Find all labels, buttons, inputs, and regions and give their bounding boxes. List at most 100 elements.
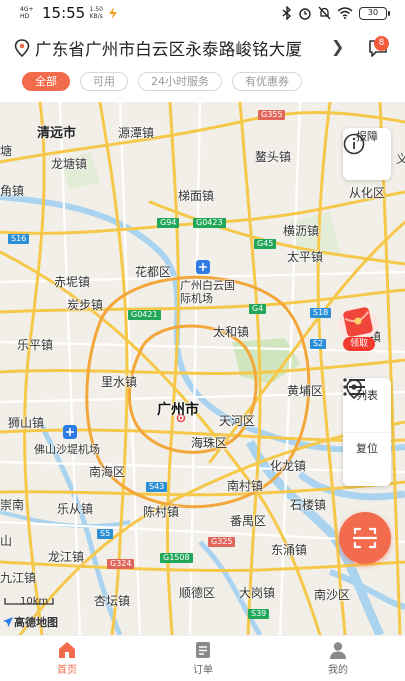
info-icon [343,133,365,155]
network-indicator: 4G+ HD [20,6,34,20]
scan-icon [352,527,378,549]
route-badge: S39 [248,609,270,619]
report-fault-button[interactable]: 报障 [343,128,391,180]
tab-home-label: 首页 [57,665,77,676]
filter-chip-all[interactable]: 全部 [22,72,70,91]
map-label-tiqiao: 梯面镇 [178,189,215,203]
filter-chip-24h[interactable]: 24小时服务 [138,72,222,91]
map-label-hengli: 横沥镇 [283,224,320,238]
map-label-chini: 赤坭镇 [54,275,91,289]
flash-icon [109,7,118,19]
map-label-hualong: 化龙镇 [270,459,307,473]
route-badge: G4 [249,304,267,314]
tab-profile[interactable]: 我的 [303,636,373,681]
map-label-taihe: 太和镇 [213,325,250,339]
map-label-baiyun-airport: 广州白云国际机场 [180,279,235,305]
route-badge: G0423 [193,218,226,228]
map-label-shunde: 顺德区 [179,586,216,600]
map-label-nansha: 南沙区 [314,588,351,602]
filter-chip-available[interactable]: 可用 [80,72,128,91]
map-label-longjiang: 龙江镇 [48,550,85,564]
network-speed: 1.50 KB/s [89,6,103,20]
home-icon [59,642,75,658]
status-time: 15:55 [42,4,86,22]
coupon-claim-label: 领取 [343,337,375,351]
status-bar: 4G+ HD 15:55 1.50 KB/s 30 [0,0,405,26]
battery-indicator: 30 [359,6,390,20]
red-envelope-icon [338,307,378,341]
map-label-huangpu: 黄埔区 [287,384,324,398]
map-label-huadu: 花都区 [135,265,172,279]
map-label-conghua: 从化区 [349,186,386,200]
tab-orders[interactable]: 订单 [168,636,238,681]
map-label-xingtan: 杏坛镇 [94,594,131,608]
route-badge: S5 [97,529,114,539]
route-badge: G355 [258,110,286,120]
map-label-jiao: 角镇 [0,184,25,198]
map-label-longtang: 龙塘镇 [51,157,88,171]
map-label-nanhai: 南海区 [89,465,126,479]
map-label-chencun: 陈村镇 [143,505,180,519]
map-label-nancun: 南村镇 [227,479,264,493]
map-label-panyu: 番禺区 [230,514,267,528]
map-label-dagang: 大岗镇 [239,586,276,600]
map-label-haizhu: 海珠区 [191,436,228,450]
address-bar[interactable]: 广东省广州市白云区永泰路峻铭大厦 ❯ [0,30,405,66]
navigation-arrow-icon [3,617,13,627]
locate-label: 复位 [356,442,378,455]
map-label-shishan: 狮山镇 [8,416,45,430]
coupon-promo[interactable]: 领取 [334,302,382,356]
map-label-tanbu: 炭步镇 [67,298,104,312]
route-badge: G45 [254,239,277,249]
route-badge: G324 [107,559,135,569]
route-badge: S43 [146,482,168,492]
route-badge: G0421 [128,310,161,320]
map-label-shilou: 石楼镇 [290,498,327,512]
map-view[interactable]: 清远市 源潭镇 龙塘镇 鳌头镇 塘 角镇 梯面镇 从化区 花都区 广州白云国际机… [0,102,405,635]
map-label-shan: 山 [0,534,13,548]
profile-icon [330,642,346,659]
route-badge: G1508 [160,553,193,563]
filter-chips: 全部 可用 24小时服务 有优惠券 [22,72,302,92]
route-badge: S16 [8,234,30,244]
map-label-foshan-airport: 佛山沙堤机场 [34,443,100,456]
scale-label: 10km [20,596,49,607]
current-address[interactable]: 广东省广州市白云区永泰路峻铭大厦 [35,36,302,60]
route-badge: S2 [310,339,327,349]
route-badge: S18 [310,308,332,318]
map-label-tang: 塘 [0,144,13,158]
map-label-leping: 乐平镇 [17,338,54,352]
tab-home[interactable]: 首页 [32,636,102,681]
map-label-jiujiang: 九江镇 [0,571,37,585]
map-side-controls: 列表 复位 [343,378,391,486]
map-label-taiping: 太平镇 [287,250,324,264]
map-label-dongchong: 东涌镇 [271,543,308,557]
scan-button[interactable] [339,512,391,564]
map-label-yi: 义 [396,152,405,166]
map-label-aotou: 鳌头镇 [255,150,292,164]
tab-orders-label: 订单 [193,665,213,676]
map-label-tianhe: 天河区 [219,414,256,428]
map-label-lecong: 乐从镇 [57,502,94,516]
filter-chip-coupon[interactable]: 有优惠券 [232,72,302,91]
orders-icon [196,642,210,658]
map-label-yuantan: 源潭镇 [118,126,155,140]
map-label-lishui: 里水镇 [101,375,138,389]
map-provider-logo: 高德地图 [14,616,58,629]
map-label-chongnan: 崇南 [0,498,25,512]
locate-icon [346,379,362,400]
tab-profile-label: 我的 [328,665,348,676]
message-count-badge: 8 [374,36,389,51]
route-badge: G325 [208,537,236,547]
location-pin-icon [14,39,30,57]
wifi-icon [337,7,353,19]
alarm-icon [299,8,311,20]
locate-button[interactable]: 复位 [343,379,391,486]
map-label-qingyuan: 清远市 [37,126,77,141]
map-label-guangzhou: 广州市 [157,402,199,418]
bottom-tab-bar: 首页 订单 我的 [0,635,405,681]
bluetooth-icon [282,6,292,20]
route-badge: G94 [157,218,180,228]
mute-icon [318,6,331,20]
chevron-right-icon[interactable]: ❯ [331,37,344,56]
